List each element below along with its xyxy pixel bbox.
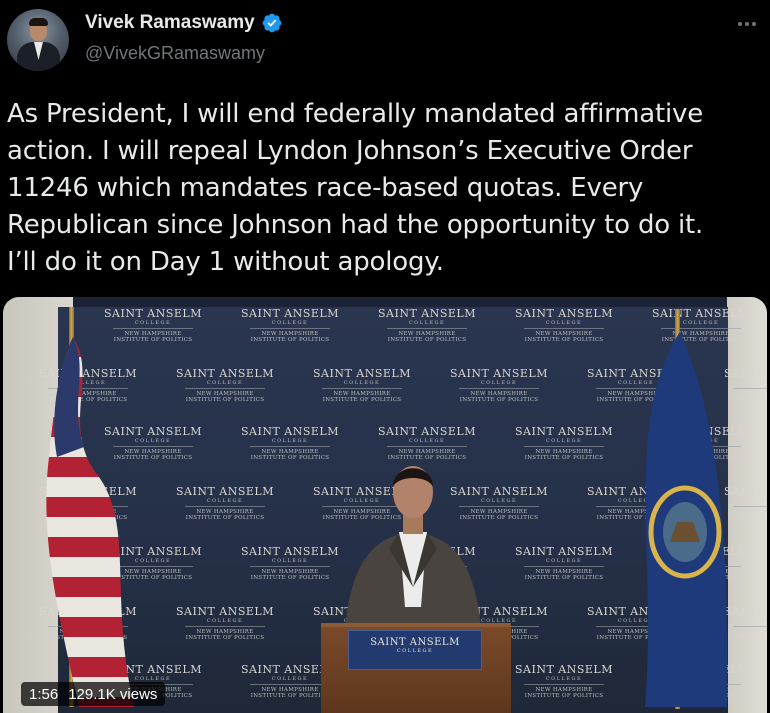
backdrop-logo: SAINT ANSELMCOLLEGENEW HAMPSHIREINSTITUT…: [378, 307, 476, 343]
author-display-name[interactable]: Vivek Ramaswamy: [85, 12, 255, 34]
podium-sign-line2: COLLEGE: [396, 648, 434, 654]
video-views: 129.1K views: [68, 685, 158, 703]
backdrop-logo: SAINT ANSELMCOLLEGENEW HAMPSHIREINSTITUT…: [515, 663, 613, 699]
verified-badge-icon: [262, 13, 282, 33]
backdrop-logo: SAINT ANSELMCOLLEGENEW HAMPSHIREINSTITUT…: [241, 545, 339, 581]
backdrop-logo: SAINT ANSELMCOLLEGENEW HAMPSHIREINSTITUT…: [176, 367, 274, 403]
video-info-overlay: 1:56 129.1K views: [21, 682, 166, 706]
backdrop-logo: SAINT ANSELMCOLLEGENEW HAMPSHIREINSTITUT…: [313, 367, 411, 403]
backdrop-logo: SAINT ANSELMCOLLEGENEW HAMPSHIREINSTITUT…: [176, 605, 274, 641]
tweet-header: Vivek Ramaswamy @VivekGRamaswamy: [0, 0, 770, 90]
backdrop-logo: SAINT ANSELMCOLLEGENEW HAMPSHIREINSTITUT…: [450, 367, 548, 403]
tweet-text: As President, I will end federally manda…: [7, 99, 704, 277]
video-player[interactable]: SAINT ANSELM COLLEGE NEW HAMPSHIRE INSTITUT…: [3, 297, 767, 713]
backdrop-logo: SAINT ANSELMCOLLEGENEW HAMPSHIREINSTITUT…: [515, 307, 613, 343]
podium-sign: SAINT ANSELM COLLEGE: [348, 630, 482, 670]
backdrop-logo: SAINT ANSELMCOLLEGENEW HAMPSHIREINSTITUT…: [241, 425, 339, 461]
us-flag-icon: [46, 337, 135, 707]
backdrop-logo: SAINT ANSELMCOLLEGENEW HAMPSHIREINSTITUT…: [515, 545, 613, 581]
more-options-icon[interactable]: [734, 14, 760, 34]
podium-sign-line1: SAINT ANSELM: [370, 637, 460, 648]
backdrop-logo: SAINT ANSELMCOLLEGENEW HAMPSHIREINSTITUT…: [515, 425, 613, 461]
backdrop-logo: SAINT ANSELMCOLLEGENEW HAMPSHIREINSTITUT…: [241, 307, 339, 343]
backdrop-logo: SAINT ANSELMCOLLEGENEW HAMPSHIREINSTITUT…: [378, 425, 476, 461]
new-hampshire-flag-icon: [645, 332, 728, 707]
author-name-row[interactable]: Vivek Ramaswamy: [85, 12, 283, 34]
backdrop-logo: SAINT ANSELMCOLLEGENEW HAMPSHIREINSTITUT…: [176, 485, 274, 521]
author-handle[interactable]: @VivekGRamaswamy: [85, 43, 265, 64]
video-duration: 1:56: [29, 685, 59, 703]
author-avatar[interactable]: [7, 9, 69, 71]
